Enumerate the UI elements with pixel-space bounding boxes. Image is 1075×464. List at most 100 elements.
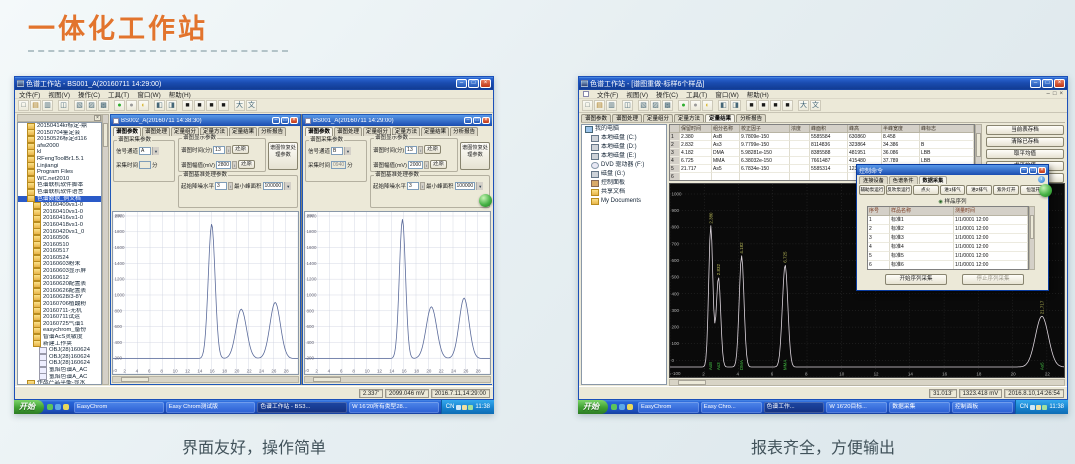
tab[interactable]: 谱图处理 (142, 127, 170, 136)
font-large-icon[interactable]: 大 (798, 100, 809, 111)
tree-item[interactable]: 20150414kr标定-鼎 (18, 123, 101, 130)
chromatogram-plot[interactable]: mV 0200400600800100012001400160018002000… (304, 211, 491, 375)
tree-item[interactable]: 20160416vs1-0 (18, 215, 101, 222)
tab[interactable]: 谱图参数 (305, 127, 333, 136)
close-panel-icon[interactable]: × (94, 115, 101, 121)
overlay-window-icon[interactable]: ▨ (86, 100, 97, 111)
taskbar-button[interactable]: 色谱工作... (764, 402, 825, 413)
tray-safety-icon[interactable] (462, 405, 467, 410)
input-indicator[interactable]: CN (1020, 404, 1029, 410)
restore-button[interactable]: 还原 (238, 160, 255, 169)
tree-item[interactable]: 本地磁盘 (C:) (582, 134, 666, 143)
channel-select[interactable]: A (139, 147, 151, 155)
tree-item[interactable]: 本地磁盘 (E:) (582, 152, 666, 161)
tree-item[interactable]: 控制面板 (582, 179, 666, 188)
quick-launch-desktop-icon[interactable] (627, 404, 633, 410)
tree-item[interactable]: Program Files (18, 169, 101, 176)
new-file-icon[interactable]: □ (18, 100, 29, 111)
overlay-window-icon[interactable]: ▨ (650, 100, 661, 111)
taskbar-button[interactable]: 控制面板 (952, 402, 1013, 413)
restore-button[interactable]: 还原 (424, 145, 441, 154)
device-command-button[interactable]: 辅助泵运行 (859, 185, 885, 195)
taskbar-button[interactable]: Easy Chro... (701, 402, 762, 413)
new-file-icon[interactable]: □ (582, 100, 593, 111)
device-command-button[interactable]: 点火 (913, 185, 939, 195)
maximize-button[interactable]: □ (473, 117, 481, 124)
tree-item[interactable]: 20150704鉴定会 (18, 130, 101, 137)
save-icon[interactable]: ▥ (42, 100, 53, 111)
tab[interactable]: 谱图处理 (334, 127, 362, 136)
tab[interactable]: 分析报告 (258, 127, 286, 136)
pause-acquisition-icon[interactable]: ◐ (138, 100, 149, 111)
spinner-icon[interactable]: ↕ (424, 161, 429, 169)
tree-item[interactable]: DVD 驱动器 (F:) (582, 161, 666, 170)
mdi-minimize-icon[interactable]: – (1047, 91, 1050, 97)
close-button[interactable]: × (1054, 79, 1065, 88)
chevron-down-icon[interactable]: ▼ (152, 147, 159, 155)
start-acquisition-icon[interactable]: ● (678, 100, 689, 111)
spinner-icon[interactable]: ↕ (418, 146, 423, 154)
table-row[interactable]: 6标准61/1/0001 12:00 (868, 261, 1028, 270)
quick-launch-ie-icon[interactable] (619, 404, 625, 410)
open-folder-icon[interactable]: ▤ (594, 100, 605, 111)
quick-launch-easychrom-icon[interactable] (47, 404, 53, 410)
font-text-icon[interactable]: 文 (246, 100, 257, 111)
child-titlebar[interactable]: BS001_A(20160711 14:29:00) – □ × (303, 115, 492, 126)
tree-item[interactable]: OBJ(28)160624 (18, 360, 101, 367)
chart-view-2-icon[interactable]: ■ (758, 100, 769, 111)
start-sequence-button[interactable]: 开始序列采集 (885, 274, 947, 285)
restore-button[interactable]: 还原 (232, 145, 249, 154)
menu-item[interactable]: 工具(T) (108, 89, 129, 99)
acq-time-input[interactable]: 0940 (331, 161, 346, 169)
tree-item[interactable]: OBJ(28)160624 (18, 354, 101, 361)
device-command-button[interactable]: 进2排气 (966, 185, 992, 195)
tree-item[interactable]: 20160409vs1-0 (18, 202, 101, 209)
menu-item[interactable]: 帮助(H) (747, 89, 769, 99)
tree-item[interactable]: WC.net2010 (18, 176, 101, 183)
chart-view-3-icon[interactable]: ■ (770, 100, 781, 111)
tray-network-icon[interactable] (1042, 405, 1047, 410)
chart-view-1-icon[interactable]: ■ (182, 100, 193, 111)
chart-view-3-icon[interactable]: ■ (206, 100, 217, 111)
stop-acquisition-icon[interactable]: ● (690, 100, 701, 111)
taskbar-button[interactable]: EasyChrom (74, 402, 164, 413)
device-command-button[interactable]: 紫外灯开 (993, 185, 1019, 195)
chevron-down-icon[interactable]: ▼ (476, 182, 483, 190)
mdi-restore-icon[interactable]: □ (1053, 91, 1057, 97)
tab[interactable]: 定量结果 (705, 114, 735, 122)
tree-item[interactable]: 色谱联机软件脚本 (18, 182, 101, 189)
dialog-tab[interactable]: 色谱条件 (889, 176, 918, 184)
tab[interactable]: 谱图参数 (581, 114, 611, 122)
noise-input[interactable]: 3 (215, 182, 227, 190)
start-button[interactable]: 开始 (14, 400, 44, 414)
tree-item[interactable]: 20160612 (18, 275, 101, 282)
spinner-icon[interactable]: ↕ (228, 182, 233, 190)
maximize-button[interactable]: □ (1029, 167, 1037, 174)
quick-launch-easychrom-icon[interactable] (611, 404, 617, 410)
chromatogram-plot[interactable]: mV 0200400600800100012001400160018002000… (112, 211, 299, 375)
font-text-icon[interactable]: 文 (810, 100, 821, 111)
tree-item[interactable]: 色谱数据_例文档 (18, 196, 101, 203)
tab[interactable]: 谱图处理 (612, 114, 642, 122)
print-icon[interactable]: ◫ (622, 100, 633, 111)
min-area-input[interactable]: 100000 (263, 182, 284, 190)
print-icon[interactable]: ◫ (58, 100, 69, 111)
tree-item[interactable]: Linjiangi (18, 163, 101, 170)
chevron-down-icon[interactable]: ▼ (284, 182, 291, 190)
save-icon[interactable]: ▥ (606, 100, 617, 111)
minimize-button[interactable]: – (464, 117, 472, 124)
table-row[interactable]: 4标准41/1/0001 12:00 (868, 243, 1028, 252)
taskbar-button[interactable]: Easy Chrom测试版 (166, 402, 256, 413)
quick-launch-ie-icon[interactable] (55, 404, 61, 410)
font-large-icon[interactable]: 大 (234, 100, 245, 111)
tree-item[interactable]: 共享文档 (582, 188, 666, 197)
close-button[interactable]: × (480, 79, 491, 88)
horizontal-scrollbar[interactable] (112, 376, 299, 383)
tab[interactable]: 定量结果 (229, 127, 257, 136)
menu-item[interactable]: 操作(C) (78, 89, 100, 99)
pause-acquisition-icon[interactable]: ◐ (702, 100, 713, 111)
tree-item[interactable]: 20150526标定d116 (18, 136, 101, 143)
taskbar-button[interactable]: W 16'20所有类型28... (349, 402, 439, 413)
chevron-down-icon[interactable]: ▼ (344, 147, 351, 155)
tab[interactable]: 分析报告 (450, 127, 478, 136)
